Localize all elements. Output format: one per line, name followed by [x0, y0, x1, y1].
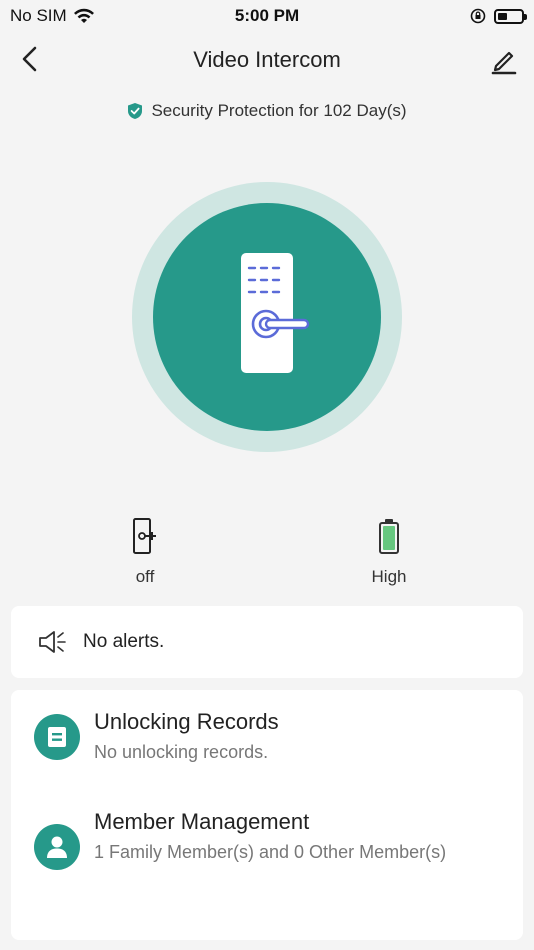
status-bar: No SIM 5:00 PM: [0, 0, 534, 32]
battery-icon: [379, 519, 399, 554]
battery-level-indicator: High: [329, 515, 449, 587]
lock-status-circle[interactable]: [153, 203, 381, 431]
unlocking-records-text: Unlocking Records No unlocking records.: [94, 708, 503, 764]
carrier-label: No SIM: [10, 6, 67, 25]
unlocking-records-title: Unlocking Records: [94, 709, 279, 734]
member-management-title: Member Management: [94, 809, 310, 834]
door-sensor-icon: [133, 518, 156, 554]
nav-bar: Video Intercom: [0, 36, 534, 84]
shield-check-icon: [128, 103, 143, 119]
status-right: [470, 8, 527, 24]
alert-text: No alerts.: [83, 631, 165, 652]
member-management-item[interactable]: Member Management 1 Family Member(s) and…: [11, 790, 523, 940]
member-icon: [34, 824, 80, 870]
menu-card: Unlocking Records No unlocking records. …: [11, 690, 523, 940]
status-left: No SIM: [10, 6, 95, 26]
door-status-label: off: [135, 567, 155, 586]
records-icon: [34, 714, 80, 760]
door-status-indicator: off: [85, 515, 205, 587]
battery-status-icon: [494, 8, 527, 24]
member-management-subtitle: 1 Family Member(s) and 0 Other Member(s): [94, 842, 447, 862]
security-protection-text: Security Protection for 102 Day(s): [151, 101, 407, 120]
battery-level-label: High: [371, 567, 407, 586]
page-title: Video Intercom: [193, 47, 341, 72]
orientation-lock-icon: [470, 8, 486, 24]
unlocking-records-subtitle: No unlocking records.: [94, 742, 269, 762]
lock-status-ring[interactable]: [132, 182, 402, 452]
member-management-text: Member Management 1 Family Member(s) and…: [94, 808, 503, 864]
speaker-icon: [39, 631, 66, 653]
back-button[interactable]: [16, 44, 46, 74]
edit-button[interactable]: [488, 44, 520, 76]
smart-lock-icon: [241, 253, 310, 373]
security-protection: Security Protection for 102 Day(s): [0, 98, 534, 124]
wifi-icon: [73, 8, 94, 23]
unlocking-records-item[interactable]: Unlocking Records No unlocking records.: [11, 690, 523, 790]
alerts-card[interactable]: No alerts.: [11, 606, 523, 678]
